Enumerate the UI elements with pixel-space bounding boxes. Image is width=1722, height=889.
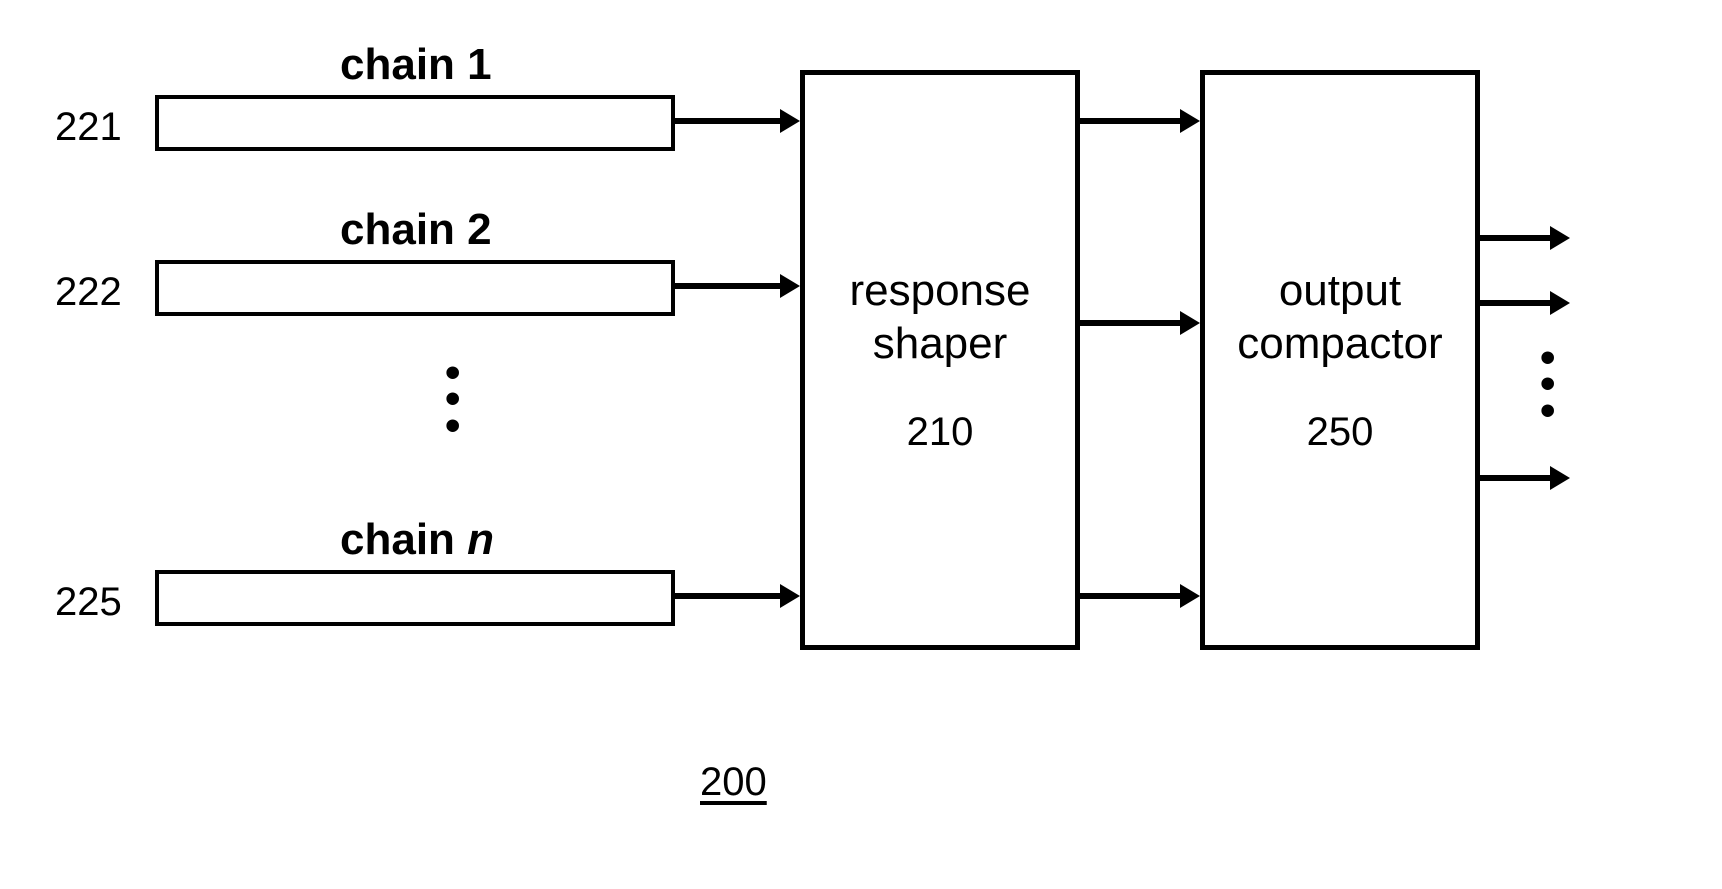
response-shaper-label: response shaper: [849, 265, 1030, 371]
output-compactor-block: output compactor 250: [1200, 70, 1480, 650]
chain-2-label: chain 2: [340, 205, 492, 255]
output-compactor-ref: 250: [1307, 410, 1374, 455]
block-diagram: chain 1 221 chain 2 222 ••• chain n 225 …: [0, 0, 1722, 889]
chain-1-block: [155, 95, 675, 151]
response-shaper-ref: 210: [907, 410, 974, 455]
chains-vdots-icon: •••: [445, 360, 460, 439]
chain-1-label: chain 1: [340, 40, 492, 90]
response-shaper-block: response shaper 210: [800, 70, 1080, 650]
output-compactor-line2: compactor: [1237, 319, 1442, 368]
chain-n-label: chain n: [340, 515, 494, 565]
chain-n-ref: 225: [55, 580, 122, 625]
response-shaper-line2: shaper: [873, 319, 1008, 368]
chain-n-label-text: chain: [340, 515, 467, 564]
output-vdots-icon: •••: [1540, 345, 1555, 424]
chain-2-ref: 222: [55, 270, 122, 315]
output-compactor-label: output compactor: [1237, 265, 1442, 371]
chain-n-italic: n: [467, 515, 494, 564]
chain-2-block: [155, 260, 675, 316]
output-compactor-line1: output: [1279, 266, 1401, 315]
chain-n-block: [155, 570, 675, 626]
chain-1-ref: 221: [55, 105, 122, 150]
figure-reference: 200: [700, 760, 767, 805]
response-shaper-line1: response: [849, 266, 1030, 315]
